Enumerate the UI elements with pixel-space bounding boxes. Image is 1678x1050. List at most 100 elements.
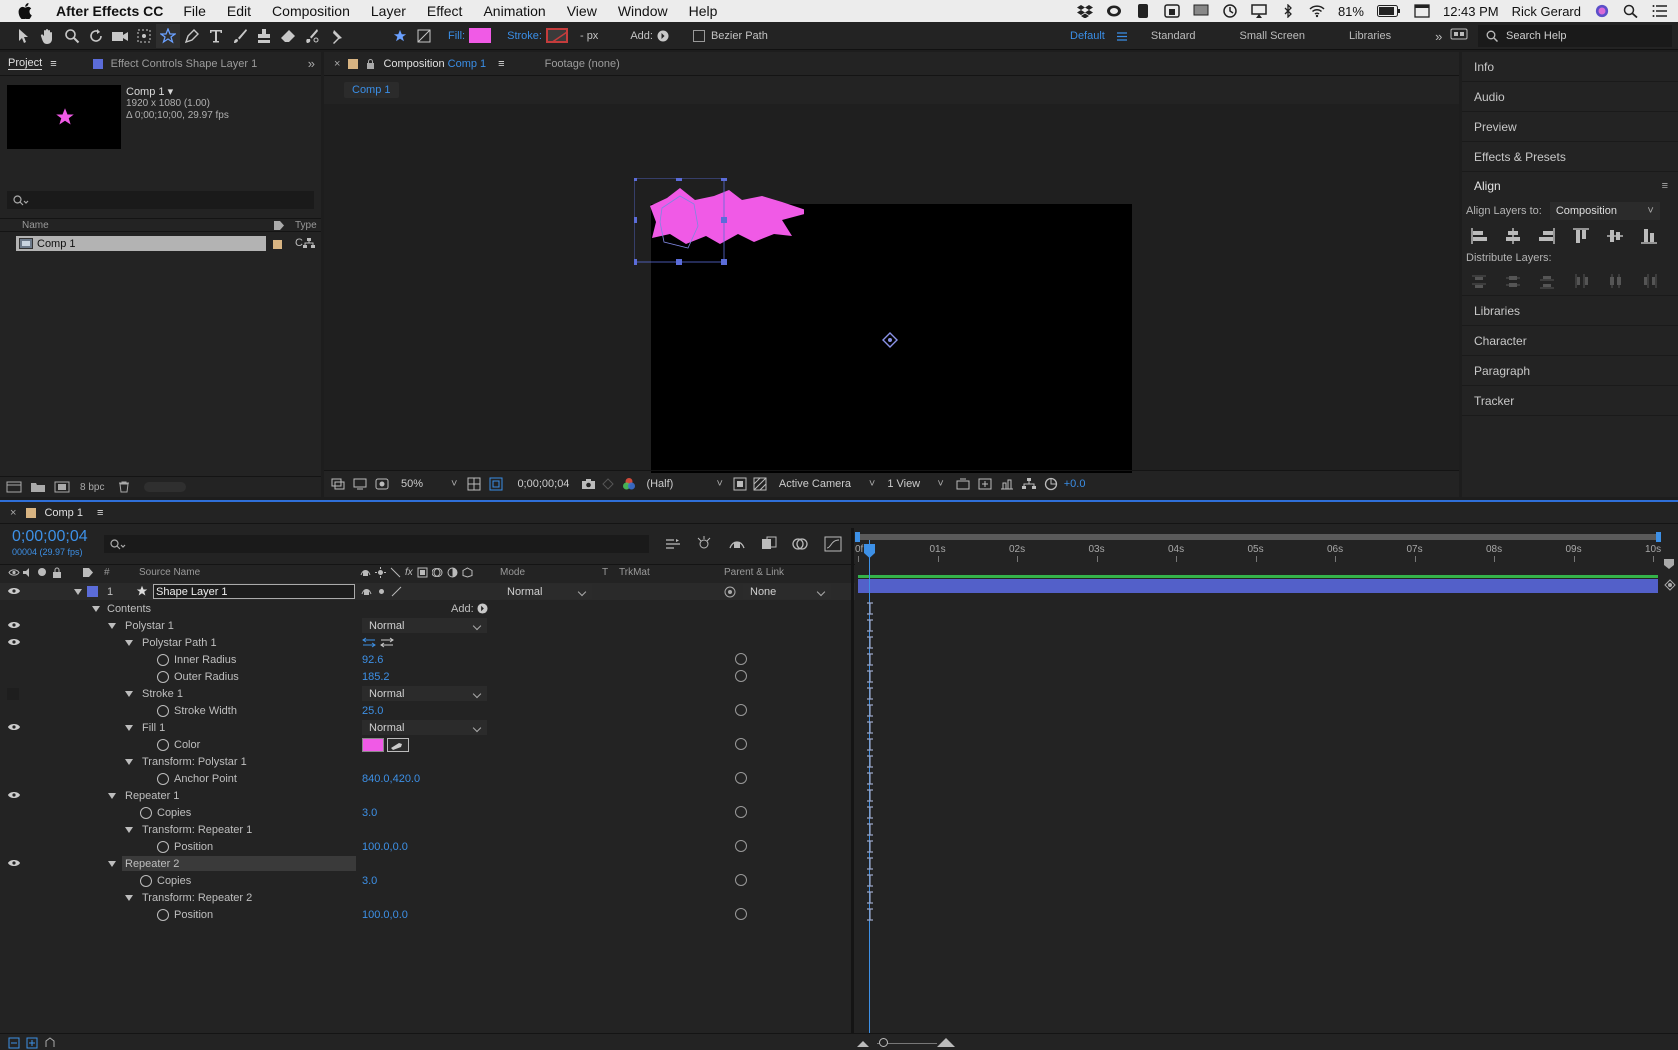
panel-overflow-icon[interactable]: » (308, 56, 315, 71)
video-toggle-icon[interactable] (8, 568, 20, 577)
tab-effect-controls[interactable]: Effect Controls Shape Layer 1 (85, 52, 266, 75)
fast-previews-icon[interactable] (978, 478, 992, 490)
col-type[interactable]: Type (295, 220, 317, 231)
rotation-tool-icon[interactable] (84, 24, 108, 48)
col-trkmat[interactable]: TrkMat (619, 567, 650, 578)
stroke-width-value[interactable]: 25.0 (362, 705, 383, 717)
prop-fill-1[interactable]: Fill 1 Normal (0, 719, 855, 736)
display-icon[interactable] (1193, 4, 1209, 18)
copies-2-value[interactable]: 3.0 (362, 875, 377, 887)
align-top-icon[interactable] (1572, 227, 1590, 245)
airplay-icon[interactable] (1251, 4, 1267, 18)
expression-pick-whip-icon[interactable] (735, 840, 747, 852)
inner-radius-value[interactable]: 92.6 (362, 654, 383, 666)
collapse-switch-icon[interactable] (375, 567, 386, 578)
mask-visibility-icon[interactable] (375, 478, 389, 490)
clock[interactable]: 12:43 PM (1443, 4, 1499, 19)
pan-behind-tool-icon[interactable] (132, 24, 156, 48)
align-title[interactable]: Align (1474, 179, 1501, 193)
prop-contents[interactable]: Contents Add: (0, 600, 855, 617)
col-parent[interactable]: Parent & Link (724, 567, 784, 578)
tab-timeline-comp1[interactable]: Comp 1 ≡ (36, 502, 111, 523)
align-to-select[interactable]: Composition ˅ (1549, 202, 1660, 220)
trash-icon[interactable] (118, 481, 130, 493)
effects-switch-icon[interactable]: fx (405, 567, 413, 578)
workspace-libraries[interactable]: Libraries (1349, 30, 1391, 42)
clone-stamp-tool-icon[interactable] (252, 24, 276, 48)
polystar-path-toggle[interactable] (125, 639, 133, 646)
bluetooth-icon[interactable] (1280, 4, 1296, 18)
menu-window[interactable]: Window (618, 3, 668, 19)
visibility-eye-icon[interactable] (8, 638, 20, 646)
polystar-1-blend-select[interactable]: Normal (362, 618, 487, 633)
prop-transform-repeater-2[interactable]: Transform: Repeater 2 (0, 889, 855, 906)
align-right-icon[interactable] (1538, 227, 1556, 245)
solo-icon[interactable] (37, 567, 47, 577)
zoom-select[interactable]: 50% (401, 478, 451, 490)
creative-cloud-icon[interactable] (1106, 4, 1122, 18)
panel-preview[interactable]: Preview (1462, 112, 1678, 142)
fill-star-icon[interactable] (388, 24, 412, 48)
menu-animation[interactable]: Animation (483, 3, 545, 19)
stroke-width-value[interactable]: - px (580, 30, 598, 42)
apple-icon[interactable] (18, 3, 40, 19)
bit-depth[interactable]: 8 bpc (80, 482, 104, 493)
tab-footage[interactable]: Footage (none) (537, 52, 628, 75)
menu-file[interactable]: File (183, 3, 206, 19)
timeline-search-field[interactable] (104, 535, 649, 553)
new-folder-icon[interactable] (30, 481, 46, 493)
align-panel-menu-icon[interactable]: ≡ (1662, 180, 1668, 192)
expression-pick-whip-icon[interactable] (735, 738, 747, 750)
flowchart-icon[interactable] (303, 238, 315, 249)
workspace-default[interactable]: Default (1070, 30, 1105, 42)
visibility-eye-icon[interactable] (8, 621, 20, 629)
expression-pick-whip-icon[interactable] (735, 874, 747, 886)
label-column-icon[interactable] (82, 567, 94, 578)
spotlight-search-icon[interactable] (1623, 4, 1639, 18)
viewer-timecode[interactable]: 0;00;00;04 (517, 478, 569, 490)
monitor-icon[interactable] (353, 478, 367, 490)
3d-layer-switch-icon[interactable] (462, 567, 473, 578)
menu-effect[interactable]: Effect (427, 3, 463, 19)
label-tag-icon[interactable] (273, 220, 285, 231)
anchor-point-value[interactable]: 840.0,420.0 (362, 773, 420, 785)
resolution-dropdown-icon[interactable]: ˅ (716, 478, 722, 490)
puppet-pin-tool-icon[interactable] (324, 24, 348, 48)
project-search-field[interactable] (7, 191, 314, 209)
shy-switch-icon[interactable] (360, 567, 371, 578)
transform-repeater-1-toggle[interactable] (125, 826, 133, 833)
stroke-swatch[interactable] (545, 28, 568, 43)
visibility-eye-icon[interactable] (8, 791, 20, 799)
stroke-1-blend-select[interactable]: Normal (362, 686, 487, 701)
col-mode[interactable]: Mode (500, 567, 525, 578)
fit-icon[interactable] (467, 477, 481, 491)
timeline-icon[interactable] (1000, 478, 1014, 490)
color-channels-icon[interactable] (622, 477, 636, 491)
zoom-dropdown-icon[interactable]: ˅ (451, 478, 457, 490)
graph-editor-icon[interactable] (824, 536, 842, 552)
work-area-start[interactable] (855, 532, 860, 542)
flowchart-view-icon[interactable] (1021, 478, 1036, 490)
repeater-2-toggle[interactable] (108, 860, 116, 867)
search-help-field[interactable]: Search Help (1478, 25, 1672, 47)
prop-outer-radius[interactable]: Outer Radius 185.2 (0, 668, 855, 685)
frame-blend-switch-icon[interactable] (417, 567, 428, 578)
fill-color-swatch[interactable] (362, 738, 384, 752)
snapshot-camera-icon[interactable] (581, 478, 596, 490)
layer-out-handle-icon[interactable] (1664, 579, 1676, 591)
camera-tool-icon[interactable] (108, 24, 132, 48)
outer-radius-value[interactable]: 185.2 (362, 671, 390, 683)
transparency-grid-icon[interactable] (753, 477, 767, 491)
bezier-path-checkbox[interactable] (692, 29, 705, 42)
polystar-1-toggle[interactable] (108, 622, 116, 629)
visibility-eye-icon[interactable] (8, 859, 20, 867)
app-menu[interactable]: After Effects CC (56, 3, 163, 19)
screen-capture-icon[interactable] (1164, 4, 1180, 18)
selection-tool-icon[interactable] (12, 24, 36, 48)
expand-in-out-icon[interactable] (44, 1037, 56, 1049)
title-action-safe-icon[interactable] (489, 477, 503, 491)
playhead-handle-icon[interactable] (864, 544, 875, 558)
visibility-eye-icon[interactable] (8, 723, 20, 731)
align-left-icon[interactable] (1470, 227, 1488, 245)
expand-transfer-controls-icon[interactable] (26, 1037, 38, 1049)
